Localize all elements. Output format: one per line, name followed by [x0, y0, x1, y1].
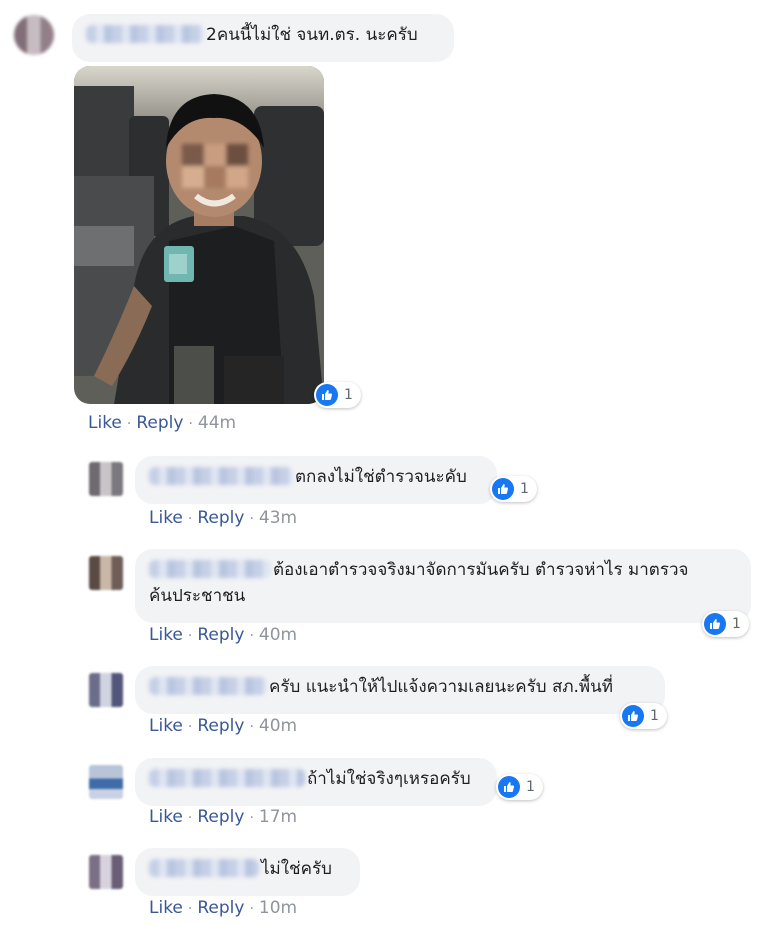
reply-link[interactable]: Reply	[136, 413, 183, 433]
main-comment-bubble: 2คนนี้ไม่ใช่ จนท.ตร. นะครับ	[72, 14, 454, 62]
reply-avatar[interactable]	[89, 556, 123, 590]
comment-photo[interactable]	[74, 66, 324, 404]
reply-author-name[interactable]	[149, 467, 293, 485]
separator: ·	[126, 416, 132, 432]
separator: ·	[187, 810, 193, 826]
timestamp[interactable]: 43m	[259, 508, 297, 528]
reply-link[interactable]: Reply	[197, 898, 244, 918]
photo-image	[74, 66, 324, 404]
reply-text-continuation: ค้นประชาชน	[149, 586, 246, 606]
like-link[interactable]: Like	[149, 807, 183, 827]
separator: ·	[188, 416, 193, 432]
commenter-name[interactable]	[86, 25, 204, 43]
timestamp[interactable]: 44m	[198, 413, 236, 433]
reply-link[interactable]: Reply	[197, 716, 244, 736]
reply-text: ถ้าไม่ใช่จริงๆเหรอครับ	[307, 769, 471, 789]
separator: ·	[187, 628, 193, 644]
reply-author-name[interactable]	[149, 560, 271, 578]
thumbs-up-icon	[704, 613, 726, 635]
reply-author-name[interactable]	[149, 859, 259, 877]
reply-actions: Like · Reply · 17m	[149, 807, 297, 827]
separator: ·	[187, 901, 193, 917]
reply-text: ไม่ใช่ครับ	[261, 859, 332, 879]
reply-avatar[interactable]	[89, 855, 123, 889]
reply-bubble: ต้องเอาตำรวจจริงมาจัดการมันครับ ตำรวจห่า…	[135, 549, 751, 623]
reply-actions: Like · Reply · 40m	[149, 625, 297, 645]
main-comment-actions: Like · Reply · 44m	[88, 413, 236, 433]
separator: ·	[249, 810, 254, 826]
separator: ·	[187, 511, 193, 527]
reply-actions: Like · Reply · 43m	[149, 508, 297, 528]
reply-author-name[interactable]	[149, 769, 305, 787]
reply-link[interactable]: Reply	[197, 807, 244, 827]
like-link[interactable]: Like	[149, 508, 183, 528]
reply-text: ตกลงไม่ใช่ตำรวจนะคับ	[295, 467, 467, 487]
like-link[interactable]: Like	[149, 625, 183, 645]
timestamp[interactable]: 40m	[259, 716, 297, 736]
thumbs-up-icon	[316, 384, 338, 406]
reply-text: ต้องเอาตำรวจจริงมาจัดการมันครับ ตำรวจห่า…	[273, 560, 689, 580]
timestamp[interactable]: 10m	[259, 898, 297, 918]
reply-avatar[interactable]	[89, 673, 123, 707]
reply-reaction-count[interactable]: 1	[702, 611, 749, 637]
reply-bubble: ครับ แนะนำให้ไปแจ้งความเลยนะครับ สภ.พื้น…	[135, 666, 665, 714]
separator: ·	[249, 901, 254, 917]
reply-link[interactable]: Reply	[197, 508, 244, 528]
reaction-count: 1	[650, 708, 659, 724]
reply-text: ครับ แนะนำให้ไปแจ้งความเลยนะครับ สภ.พื้น…	[269, 677, 613, 697]
reaction-count: 1	[520, 481, 529, 497]
thumbs-up-icon	[622, 705, 644, 727]
main-comment-text: 2คนนี้ไม่ใช่ จนท.ตร. นะครับ	[206, 25, 418, 45]
separator: ·	[249, 719, 254, 735]
reply-reaction-count[interactable]: 1	[620, 703, 667, 729]
reply-bubble: ถ้าไม่ใช่จริงๆเหรอครับ	[135, 758, 497, 806]
reply-text-line: ต้องเอาตำรวจจริงมาจัดการมันครับ ตำรวจห่า…	[149, 557, 739, 583]
separator: ·	[249, 511, 254, 527]
commenter-avatar[interactable]	[14, 15, 54, 55]
separator: ·	[249, 628, 254, 644]
reaction-count: 1	[732, 616, 741, 632]
separator: ·	[187, 719, 193, 735]
reply-author-name[interactable]	[149, 677, 267, 695]
reaction-count: 1	[344, 387, 353, 403]
like-link[interactable]: Like	[149, 716, 183, 736]
like-link[interactable]: Like	[149, 898, 183, 918]
like-link[interactable]: Like	[88, 413, 122, 433]
reply-actions: Like · Reply · 40m	[149, 716, 297, 736]
thumbs-up-icon	[498, 776, 520, 798]
reply-actions: Like · Reply · 10m	[149, 898, 297, 918]
timestamp[interactable]: 17m	[259, 807, 297, 827]
reply-avatar[interactable]	[89, 462, 123, 496]
timestamp[interactable]: 40m	[259, 625, 297, 645]
thumbs-up-icon	[492, 478, 514, 500]
reaction-count: 1	[526, 779, 535, 795]
reply-link[interactable]: Reply	[197, 625, 244, 645]
main-reaction-count[interactable]: 1	[314, 382, 361, 408]
reply-bubble: ตกลงไม่ใช่ตำรวจนะคับ	[135, 456, 497, 504]
reply-avatar[interactable]	[89, 765, 123, 799]
reply-bubble: ไม่ใช่ครับ	[135, 848, 360, 896]
reply-reaction-count[interactable]: 1	[496, 774, 543, 800]
reply-reaction-count[interactable]: 1	[490, 476, 537, 502]
